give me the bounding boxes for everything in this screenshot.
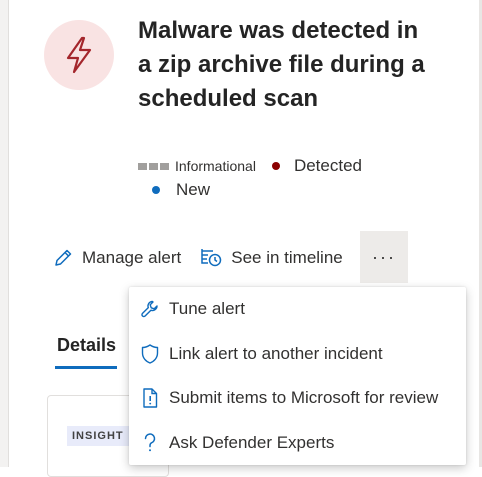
alert-state: New bbox=[176, 180, 211, 199]
more-actions-button[interactable]: ··· bbox=[360, 231, 408, 283]
see-in-timeline-label: See in timeline bbox=[231, 248, 343, 267]
menu-item-link-alert[interactable]: Link alert to another incident bbox=[129, 334, 466, 374]
detected-status-dot bbox=[271, 162, 280, 170]
new-status-dot bbox=[152, 186, 160, 194]
alert-actions-bar: Manage alert See in timeline bbox=[52, 241, 361, 275]
severity-bars-icon bbox=[138, 162, 169, 170]
wrench-icon bbox=[139, 298, 161, 320]
question-icon bbox=[139, 432, 161, 454]
more-actions-menu: Tune alert Link alert to another inciden… bbox=[129, 287, 466, 465]
detection-status: Detected bbox=[293, 156, 362, 175]
alert-state-row: New bbox=[152, 179, 211, 201]
shield-icon bbox=[139, 343, 161, 365]
menu-item-label: Link alert to another incident bbox=[169, 344, 383, 363]
timeline-icon bbox=[201, 249, 222, 267]
menu-item-label: Submit items to Microsoft for review bbox=[169, 388, 439, 407]
manage-alert-button[interactable]: Manage alert bbox=[52, 247, 181, 269]
menu-item-tune-alert[interactable]: Tune alert bbox=[129, 289, 466, 329]
menu-item-label: Tune alert bbox=[169, 299, 245, 318]
document-alert-icon bbox=[139, 387, 161, 409]
severity-label: Informational bbox=[175, 158, 256, 174]
pencil-icon bbox=[55, 249, 72, 266]
menu-item-ask-defender-experts[interactable]: Ask Defender Experts bbox=[129, 423, 466, 463]
menu-item-label: Ask Defender Experts bbox=[169, 433, 335, 452]
alert-meta-row: Informational Detected bbox=[138, 155, 362, 177]
alert-icon bbox=[44, 20, 114, 90]
alert-title: Malware was detected in a zip archive fi… bbox=[138, 17, 425, 112]
manage-alert-label: Manage alert bbox=[82, 248, 182, 267]
tab-details-indicator bbox=[55, 366, 117, 369]
menu-item-submit-items[interactable]: Submit items to Microsoft for review bbox=[129, 378, 466, 418]
left-panel-edge bbox=[0, 0, 9, 467]
see-in-timeline-button[interactable]: See in timeline bbox=[199, 247, 343, 269]
lightning-icon bbox=[66, 36, 92, 74]
insight-badge: INSIGHT bbox=[67, 426, 129, 446]
tab-details[interactable]: Details bbox=[57, 335, 116, 356]
